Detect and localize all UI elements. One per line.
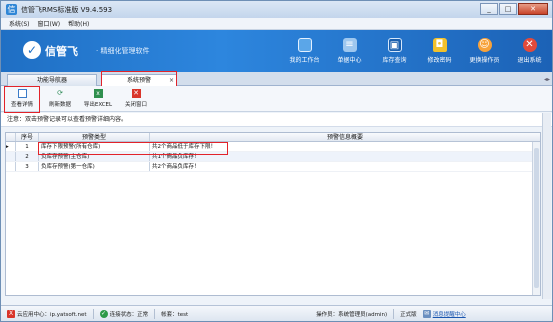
cloud-center-icon: X xyxy=(7,309,15,318)
row-info: 共2个商品低于库存下限！ xyxy=(152,144,217,150)
table-header: 序号 预警类型 预警信息概要 xyxy=(6,133,540,142)
switch-operator-label: 更换操作员 xyxy=(469,57,500,64)
table-row[interactable]: ▸ 1 库存下限预警(所有仓库) 共2个商品低于库存下限！ xyxy=(6,142,540,152)
stock-query-label: 库存查询 xyxy=(382,57,407,64)
row-type: 负库存预警(主仓库) xyxy=(39,152,150,161)
menu-help[interactable]: 帮助(H) xyxy=(68,19,89,28)
status-cloud: X 云应用中心：ip.yatsoft.net xyxy=(7,309,87,318)
export-excel-button[interactable]: x 导出EXCEL xyxy=(81,86,115,110)
row-no: 1 xyxy=(16,142,39,151)
minimize-button[interactable]: _ xyxy=(480,3,498,15)
warehouse-icon: ▣ xyxy=(387,38,402,52)
row-no: 3 xyxy=(16,162,39,171)
row-type: 负库存预警(第一仓库) xyxy=(39,162,150,171)
status-edition: 正式版 xyxy=(400,311,417,318)
menu-window[interactable]: 窗口(W) xyxy=(38,19,61,28)
table-row[interactable]: 2 负库存预警(主仓库) 共1个商品负库存！ xyxy=(6,152,540,162)
row-pointer xyxy=(6,152,16,161)
status-bar: X 云应用中心：ip.yatsoft.net ✓ 连接状态：正常 帐套：test… xyxy=(1,305,552,321)
brand-slogan: · 精细化管理软件 xyxy=(96,47,150,55)
app-banner: ✓ 信管飞 · 精细化管理软件 我的工作台 ≡ 单据中心 ▣ 库存查询 ◘ 修改… xyxy=(1,30,552,72)
refresh-data-label: 刷新数据 xyxy=(48,102,71,108)
row-info: 共2个商品负库存！ xyxy=(152,164,200,170)
tab-scroll-arrows-icon[interactable]: ◂▸ xyxy=(544,76,550,83)
change-password-button[interactable]: ◘ 修改密码 xyxy=(417,32,462,70)
maximize-button[interactable]: □ xyxy=(499,3,517,15)
document-center-label: 单据中心 xyxy=(337,57,362,64)
change-password-label: 修改密码 xyxy=(427,57,452,64)
view-details-icon xyxy=(17,89,27,98)
close-window-label: 关闭窗口 xyxy=(124,102,147,108)
exit-system-button[interactable]: ✕ 退出系统 xyxy=(507,32,552,70)
row-info: 共1个商品负库存！ xyxy=(152,154,200,160)
menu-system[interactable]: 系统(S) xyxy=(9,19,30,28)
status-divider xyxy=(92,308,94,319)
exit-icon: ✕ xyxy=(522,38,537,52)
refresh-data-button[interactable]: ⟳ 刷新数据 xyxy=(43,86,77,110)
status-connection-text: 连接状态：正常 xyxy=(109,311,149,318)
alarm-table: 序号 预警类型 预警信息概要 ▸ 1 库存下限预警(所有仓库) 共2个商品低于库… xyxy=(5,132,541,296)
my-workbench-button[interactable]: 我的工作台 xyxy=(282,32,327,70)
header-info[interactable]: 预警信息概要 xyxy=(150,133,540,141)
document-icon: ≡ xyxy=(342,38,357,52)
row-type: 库存下限预警(所有仓库) xyxy=(39,142,150,151)
tab-function-navigator[interactable]: 功能导航器 xyxy=(7,74,97,86)
stock-query-button[interactable]: ▣ 库存查询 xyxy=(372,32,417,70)
status-connection: ✓ 连接状态：正常 xyxy=(99,309,149,318)
main-toolbar: 我的工作台 ≡ 单据中心 ▣ 库存查询 ◘ 修改密码 ☺ 更换操作员 ✕ 退出系… xyxy=(282,32,552,70)
close-button[interactable]: ✕ xyxy=(518,3,548,15)
row-pointer-icon: ▸ xyxy=(6,142,16,151)
title-bar: 信 信管飞RMS标准版 V9.4.593 _ □ ✕ xyxy=(1,1,552,18)
my-workbench-label: 我的工作台 xyxy=(289,57,320,64)
connection-ok-icon: ✓ xyxy=(99,309,108,318)
close-window-button[interactable]: ✕ 关闭窗口 xyxy=(119,86,153,110)
tab-bar: 功能导航器 系统预警 × ◂▸ xyxy=(1,72,552,86)
table-row[interactable]: 3 负库存预警(第一仓库) 共2个商品负库存！ xyxy=(6,162,540,172)
view-details-button[interactable]: 查看详情 xyxy=(5,86,39,110)
main-window: 信 信管飞RMS标准版 V9.4.593 _ □ ✕ 系统(S) 窗口(W) 帮… xyxy=(0,0,553,322)
lock-icon: ◘ xyxy=(432,38,447,52)
tab-system-alarm[interactable]: 系统预警 × xyxy=(101,74,177,86)
brand-logo-icon: ✓ xyxy=(23,41,41,59)
table-scrollbar-thumb[interactable] xyxy=(534,148,539,288)
message-icon: ✉ xyxy=(422,309,431,318)
panel-scrollbar[interactable] xyxy=(542,113,551,299)
monitor-icon xyxy=(297,38,312,52)
menu-bar: 系统(S) 窗口(W) 帮助(H) xyxy=(1,18,552,30)
notice-text: 注意：双击预警记录可以查看预警详细内容。 xyxy=(1,113,552,127)
status-account: 帐套：test xyxy=(161,311,189,318)
header-no[interactable]: 序号 xyxy=(16,133,39,141)
row-no: 2 xyxy=(16,152,39,161)
action-toolbar: 查看详情 ⟳ 刷新数据 x 导出EXCEL ✕ 关闭窗口 xyxy=(1,86,552,112)
status-cloud-text: 云应用中心：ip.yatsoft.net xyxy=(17,311,87,318)
exit-system-label: 退出系统 xyxy=(517,57,542,64)
header-type[interactable]: 预警类型 xyxy=(39,133,150,141)
user-icon: ☺ xyxy=(477,38,492,52)
window-controls: _ □ ✕ xyxy=(479,3,548,15)
excel-icon: x xyxy=(93,89,103,98)
document-center-button[interactable]: ≡ 单据中心 xyxy=(327,32,372,70)
refresh-icon: ⟳ xyxy=(57,89,63,97)
status-divider xyxy=(393,308,395,319)
status-operator: 操作员：系统管理员(admin) xyxy=(316,311,388,318)
tab-close-icon[interactable]: × xyxy=(169,75,174,86)
status-divider xyxy=(154,308,156,319)
row-pointer xyxy=(6,162,16,171)
export-excel-label: 导出EXCEL xyxy=(83,102,113,108)
switch-operator-button[interactable]: ☺ 更换操作员 xyxy=(462,32,507,70)
tab-system-alarm-label: 系统预警 xyxy=(126,77,151,84)
view-details-label: 查看详情 xyxy=(10,102,33,108)
table-scrollbar[interactable] xyxy=(532,142,540,295)
header-selector xyxy=(6,133,16,141)
brand-name: 信管飞 xyxy=(45,45,78,58)
app-icon: 信 xyxy=(6,4,17,15)
window-title: 信管飞RMS标准版 V9.4.593 xyxy=(21,5,113,14)
status-message[interactable]: ✉ 消息提醒中心 xyxy=(422,309,466,318)
message-center-link[interactable]: 消息提醒中心 xyxy=(433,310,466,318)
close-window-icon: ✕ xyxy=(131,89,141,98)
